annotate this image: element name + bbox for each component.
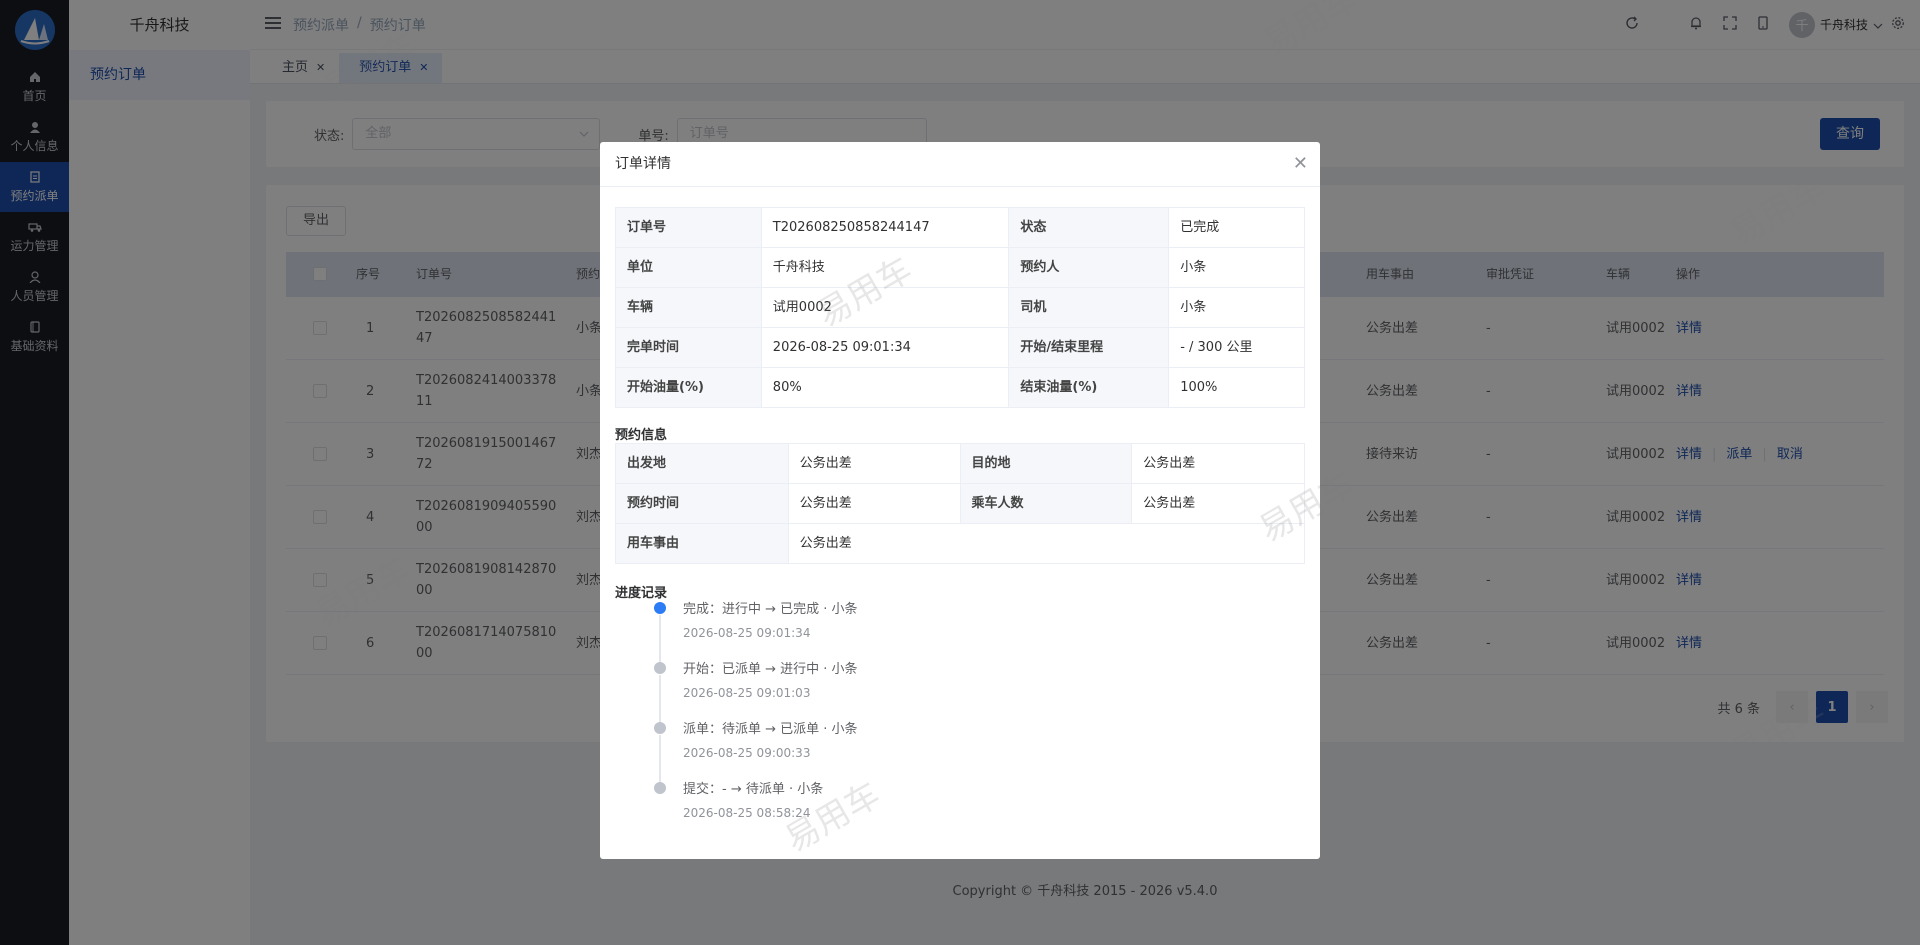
info-label: 预约人 — [1009, 248, 1170, 288]
timeline-item: 开始：已派单 → 进行中 · 小条 2026-08-25 09:01:03 — [615, 661, 1215, 723]
info-value: 小条 — [1169, 288, 1305, 328]
booking-section-title: 预约信息 — [615, 428, 668, 443]
info-value: T202608250858244147 — [761, 208, 1010, 248]
timeline-text: 提交：- → 待派单 · 小条 — [683, 782, 824, 797]
close-icon[interactable]: ✕ — [1293, 142, 1308, 186]
info-label: 开始/结束里程 — [1009, 328, 1170, 368]
timeline-text: 派单：待派单 → 已派单 · 小条 — [683, 722, 858, 737]
info-value: 2026-08-25 09:01:34 — [761, 328, 1010, 368]
booking-value: 公务出差 — [1132, 444, 1305, 484]
order-detail-dialog: 订单详情 ✕ 订单号 T202608250858244147 状态 已完成 单位… — [600, 142, 1320, 859]
info-value: 100% — [1169, 368, 1305, 408]
booking-label: 目的地 — [960, 444, 1133, 484]
info-value: - / 300 公里 — [1169, 328, 1305, 368]
booking-value: 公务出差 — [1132, 484, 1305, 524]
booking-value: 公务出差 — [788, 524, 1305, 564]
info-label: 司机 — [1009, 288, 1170, 328]
info-label: 开始油量(%) — [616, 368, 762, 408]
booking-label: 预约时间 — [616, 484, 789, 524]
info-value: 已完成 — [1169, 208, 1305, 248]
booking-row: 用车事由 公务出差 — [616, 524, 1305, 564]
info-label: 结束油量(%) — [1009, 368, 1170, 408]
order-info-grid: 订单号 T202608250858244147 状态 已完成 单位 千舟科技 预… — [615, 207, 1305, 408]
timeline-time: 2026-08-25 09:01:34 — [683, 626, 811, 640]
progress-timeline: 完成：进行中 → 已完成 · 小条 2026-08-25 09:01:34 开始… — [615, 601, 1215, 841]
timeline-dot — [654, 782, 666, 794]
info-label: 车辆 — [616, 288, 762, 328]
booking-value: 公务出差 — [788, 444, 961, 484]
info-value: 千舟科技 — [761, 248, 1010, 288]
timeline-dot — [654, 602, 666, 614]
info-value: 80% — [761, 368, 1010, 408]
timeline-time: 2026-08-25 08:58:24 — [683, 806, 811, 820]
timeline-item: 提交：- → 待派单 · 小条 2026-08-25 08:58:24 — [615, 781, 1215, 841]
timeline-line — [659, 735, 661, 783]
timeline-dot — [654, 722, 666, 734]
timeline-time: 2026-08-25 09:01:03 — [683, 686, 811, 700]
dialog-header: 订单详情 ✕ — [600, 142, 1320, 187]
booking-label: 乘车人数 — [960, 484, 1133, 524]
info-label: 订单号 — [616, 208, 762, 248]
timeline-item: 完成：进行中 → 已完成 · 小条 2026-08-25 09:01:34 — [615, 601, 1215, 663]
info-row: 完单时间 2026-08-25 09:01:34 开始/结束里程 - / 300… — [616, 328, 1305, 368]
progress-section-title: 进度记录 — [615, 586, 668, 601]
booking-value: 公务出差 — [788, 484, 961, 524]
booking-label: 用车事由 — [616, 524, 789, 564]
info-row: 订单号 T202608250858244147 状态 已完成 — [616, 208, 1305, 248]
timeline-dot — [654, 662, 666, 674]
timeline-line — [659, 675, 661, 723]
booking-row: 出发地 公务出差 目的地 公务出差 — [616, 444, 1305, 484]
booking-row: 预约时间 公务出差 乘车人数 公务出差 — [616, 484, 1305, 524]
info-label: 单位 — [616, 248, 762, 288]
info-row: 单位 千舟科技 预约人 小条 — [616, 248, 1305, 288]
info-label: 状态 — [1009, 208, 1170, 248]
timeline-item: 派单：待派单 → 已派单 · 小条 2026-08-25 09:00:33 — [615, 721, 1215, 783]
booking-label: 出发地 — [616, 444, 789, 484]
timeline-time: 2026-08-25 09:00:33 — [683, 746, 811, 760]
timeline-text: 完成：进行中 → 已完成 · 小条 — [683, 602, 858, 617]
info-value: 小条 — [1169, 248, 1305, 288]
timeline-text: 开始：已派单 → 进行中 · 小条 — [683, 662, 858, 677]
timeline-line — [659, 615, 661, 663]
dialog-title: 订单详情 — [615, 156, 671, 172]
info-row: 车辆 试用0002 司机 小条 — [616, 288, 1305, 328]
info-label: 完单时间 — [616, 328, 762, 368]
booking-info-grid: 出发地 公务出差 目的地 公务出差 预约时间 公务出差 乘车人数 公务出差 用车… — [615, 443, 1305, 564]
info-row: 开始油量(%) 80% 结束油量(%) 100% — [616, 368, 1305, 408]
info-value: 试用0002 — [761, 288, 1010, 328]
